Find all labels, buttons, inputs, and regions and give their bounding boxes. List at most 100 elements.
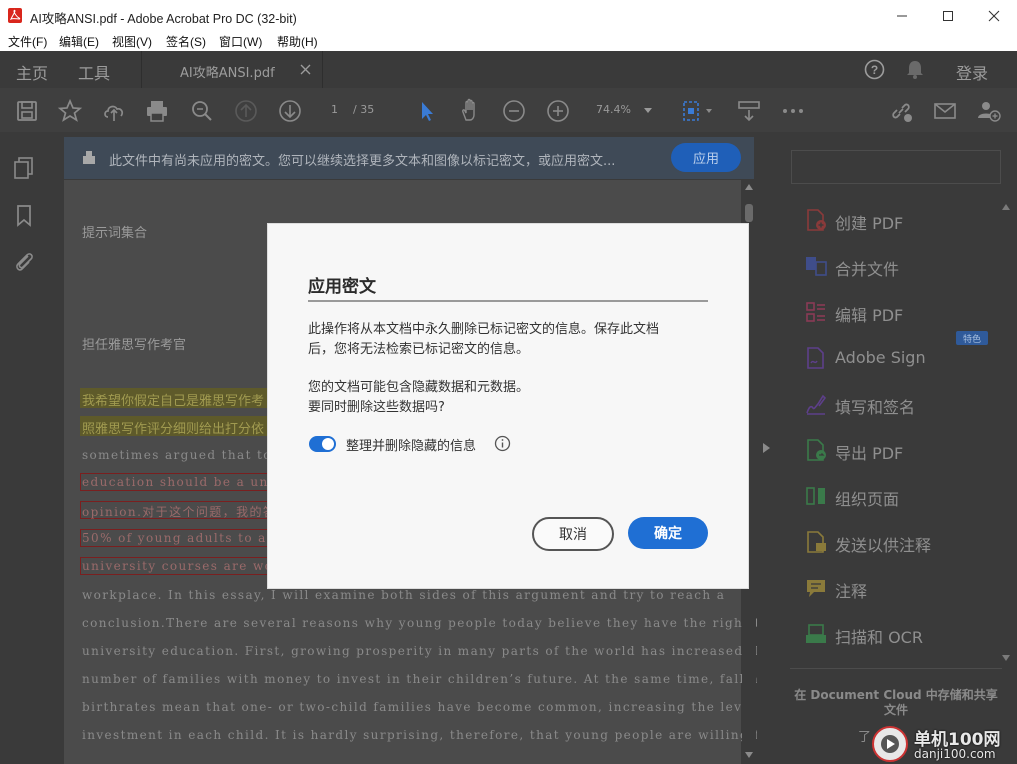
close-window-button[interactable] (971, 0, 1017, 31)
remove-hidden-info-toggle[interactable] (309, 436, 336, 452)
edit-pdf-icon (806, 302, 825, 322)
dialog-title: 应用密文 (308, 277, 376, 297)
select-arrow-icon[interactable] (414, 98, 440, 124)
scroll-up-icon[interactable] (745, 184, 753, 190)
tool-comment[interactable]: 注释 (804, 574, 1004, 604)
left-navigation-rail (0, 132, 47, 764)
page-heading-2: 担任雅思写作考官 (82, 338, 187, 353)
menu-window[interactable]: 窗口(W) (219, 33, 262, 50)
bookmarks-icon[interactable] (15, 204, 33, 228)
help-icon[interactable]: ? (864, 59, 885, 80)
next-page-icon[interactable] (277, 98, 303, 124)
panel-collapse-strip[interactable] (757, 132, 776, 764)
tab-document[interactable]: AI攻略ANSI.pdf (141, 51, 323, 88)
tool-label: 编辑 PDF (835, 306, 904, 325)
tool-label: 创建 PDF (835, 214, 904, 233)
maximize-button[interactable] (925, 0, 971, 31)
menu-edit[interactable]: 编辑(E) (59, 33, 99, 50)
scan-ocr-icon (806, 624, 826, 643)
ok-button[interactable]: 确定 (628, 517, 708, 549)
bookmark-star-icon[interactable] (57, 98, 83, 124)
combine-files-icon (806, 257, 827, 276)
tools-search-input[interactable] (791, 150, 1001, 184)
tool-organize-pages[interactable]: 组织页面 (804, 482, 1004, 512)
tool-combine-files[interactable]: 合并文件 (804, 252, 1004, 282)
tool-scan-ocr[interactable]: 扫描和 OCR (804, 620, 1004, 650)
menu-bar: 文件(F) 编辑(E) 视图(V) 签名(S) 窗口(W) 帮助(H) (0, 31, 1017, 51)
page-layout-icon[interactable] (679, 98, 717, 124)
minimize-icon (897, 15, 907, 16)
menu-help[interactable]: 帮助(H) (277, 33, 318, 50)
tool-edit-pdf[interactable]: 编辑 PDF (804, 298, 1004, 328)
tool-label: 注释 (835, 582, 868, 601)
chevron-right-icon[interactable] (763, 443, 770, 453)
scroll-mode-icon[interactable] (736, 98, 762, 124)
create-pdf-icon (807, 209, 826, 231)
login-button[interactable]: 登录 (956, 60, 988, 84)
menu-file[interactable]: 文件(F) (8, 33, 47, 50)
menu-sign[interactable]: 签名(S) (166, 33, 206, 50)
zoom-value: 74.4% (596, 103, 631, 116)
apply-redaction-dialog: 应用密文 此操作将从本文档中永久删除已标记密文的信息。保存此文档 后，您将无法检… (268, 224, 748, 588)
page-number-input[interactable]: 1 (331, 103, 338, 116)
menu-view[interactable]: 视图(V) (112, 33, 152, 50)
dialog-message-line: 要同时删除这些数据吗? (308, 400, 445, 415)
tab-bar: 主页 工具 AI攻略ANSI.pdf ? 登录 (0, 51, 1017, 89)
page-text-line: workplace. In this essay, I will examine… (82, 588, 726, 602)
close-tab-icon[interactable] (300, 64, 311, 75)
minimize-button[interactable] (879, 0, 925, 31)
zoom-out-icon[interactable] (501, 98, 527, 124)
tab-document-label: AI攻略ANSI.pdf (180, 66, 275, 81)
info-icon[interactable] (494, 435, 511, 452)
redact-marker-icon (83, 151, 95, 164)
apply-redaction-button[interactable]: 应用 (671, 143, 741, 172)
redaction-notice-bar: 此文件中有尚未应用的密文。您可以继续选择更多文本和图像以标记密文，或应用密文..… (64, 137, 754, 179)
tool-send-comment[interactable]: 发送以供注释 (804, 528, 1004, 558)
print-icon[interactable] (144, 98, 170, 124)
svg-text:?: ? (871, 63, 878, 77)
cancel-button[interactable]: 取消 (532, 517, 614, 551)
page-total: / 35 (353, 103, 375, 116)
zoom-search-icon[interactable] (189, 98, 215, 124)
watermark-logo-icon (872, 726, 908, 762)
zoom-select[interactable]: 74.4% (590, 100, 662, 122)
page-heading-1: 提示词集合 (82, 226, 148, 241)
attachments-icon[interactable] (12, 249, 36, 273)
tool-label: 发送以供注释 (835, 536, 932, 555)
page-thumbnails-icon[interactable] (13, 156, 35, 180)
tool-create-pdf[interactable]: 创建 PDF (804, 206, 1004, 236)
cloud-storage-text: 在 Document Cloud 中存储和共享文件 (794, 688, 998, 717)
tool-label: 导出 PDF (835, 444, 904, 463)
scroll-down-icon[interactable] (745, 752, 753, 758)
fill-sign-icon (806, 394, 827, 415)
export-pdf-icon (807, 439, 826, 461)
page-text-line: university courses are wort (82, 559, 287, 573)
tool-fill-sign[interactable]: 填写和签名 (804, 390, 1004, 420)
bell-icon[interactable] (905, 59, 925, 80)
dialog-divider (308, 300, 708, 302)
tool-label: 合并文件 (835, 260, 900, 279)
email-icon[interactable] (932, 98, 958, 124)
toolbar: 1 / 35 74.4% (0, 88, 1017, 132)
zoom-in-icon[interactable] (545, 98, 571, 124)
scroll-down-icon[interactable] (1002, 655, 1010, 661)
toggle-label: 整理并删除隐藏的信息 (346, 439, 477, 454)
add-user-icon[interactable] (975, 98, 1001, 124)
tab-home[interactable]: 主页 (16, 60, 48, 84)
hand-tool-icon[interactable] (458, 98, 484, 124)
more-options-icon[interactable] (780, 98, 806, 124)
page-text-line: investment in each child. It is hardly s… (82, 728, 770, 742)
save-icon[interactable] (14, 98, 40, 124)
share-link-icon[interactable] (888, 98, 914, 124)
tab-tools[interactable]: 工具 (78, 60, 110, 84)
tool-adobe-sign[interactable]: Adobe Sign 特色 (804, 331, 1004, 374)
dialog-message-line: 此操作将从本文档中永久删除已标记密文的信息。保存此文档 (308, 322, 660, 337)
upload-cloud-icon[interactable] (101, 98, 127, 124)
previous-page-icon[interactable] (233, 98, 259, 124)
page-text-line: conclusion.There are several reasons why… (82, 616, 784, 630)
scrollbar-thumb[interactable] (745, 204, 753, 222)
maximize-icon (943, 10, 953, 21)
page-text-line: 我希望你假定自己是雅思写作考 (82, 394, 265, 409)
tool-export-pdf[interactable]: 导出 PDF (804, 436, 1004, 466)
comment-icon (807, 580, 825, 597)
